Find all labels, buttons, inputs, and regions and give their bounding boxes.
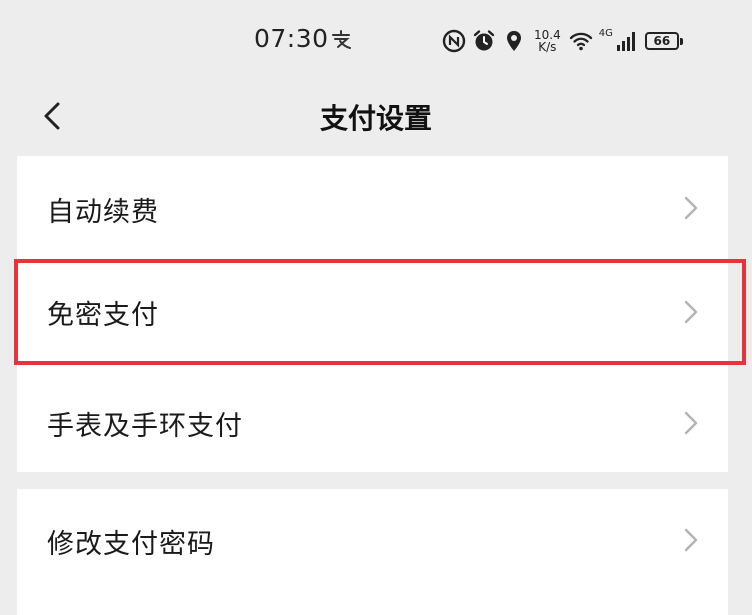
alarm-icon xyxy=(473,30,495,51)
setting-label: 自动续费 xyxy=(47,197,159,228)
location-icon xyxy=(507,31,521,51)
battery-icon: 66 xyxy=(644,32,683,50)
chevron-right-icon xyxy=(684,300,698,324)
setting-label: 免密支付 xyxy=(47,300,159,331)
settings-group-payment: 自动续费 免密支付 手表及手环支付 xyxy=(17,156,728,472)
status-icons: 10.4 K/s 4G 66 xyxy=(442,26,683,56)
setting-row-watch-band-payment[interactable]: 手表及手环支付 xyxy=(17,366,728,472)
network-speed-unit: K/s xyxy=(538,40,557,54)
network-type: 4G xyxy=(598,28,613,39)
chevron-right-icon xyxy=(684,411,698,435)
nfc-icon xyxy=(442,29,466,53)
chevron-right-icon xyxy=(684,196,698,220)
setting-label: 修改支付密码 xyxy=(47,529,215,560)
status-time: 07:30 xyxy=(254,24,329,53)
nav-bar: 支付设置 xyxy=(0,80,752,152)
alipay-notification-icon xyxy=(332,30,351,49)
page-title: 支付设置 xyxy=(319,102,432,135)
signal-icon xyxy=(616,32,635,51)
status-bar: 07:30 10.4 K/s 4G 66 xyxy=(0,0,752,80)
setting-row-auto-renewal[interactable]: 自动续费 xyxy=(17,156,728,260)
settings-group-security: 修改支付密码 xyxy=(17,489,728,615)
setting-row-change-payment-password[interactable]: 修改支付密码 xyxy=(17,489,728,595)
chevron-right-icon xyxy=(684,528,698,552)
battery-level: 66 xyxy=(653,34,671,48)
network-speed: 10.4 K/s xyxy=(534,29,561,53)
wifi-icon xyxy=(569,32,592,51)
setting-row-password-free-payment[interactable]: 免密支付 xyxy=(17,260,728,366)
setting-label: 手表及手环支付 xyxy=(47,411,243,442)
